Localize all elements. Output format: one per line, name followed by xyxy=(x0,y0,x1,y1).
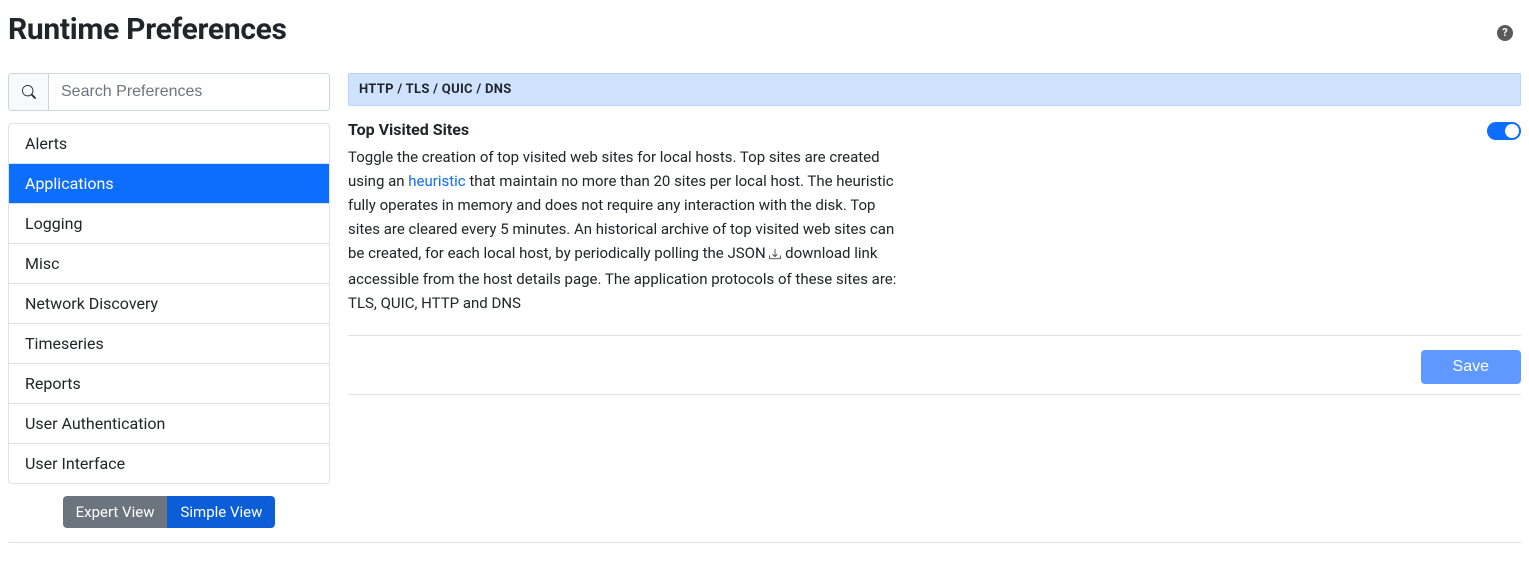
toggle-knob xyxy=(1505,124,1519,138)
top-visited-sites-toggle[interactable] xyxy=(1487,122,1521,140)
setting-description: Toggle the creation of top visited web s… xyxy=(348,145,908,315)
sidebar-item-logging[interactable]: Logging xyxy=(9,204,329,244)
sidebar-nav: Alerts Applications Logging Misc Network… xyxy=(8,123,330,484)
setting-top-visited-sites: Top Visited Sites Toggle the creation of… xyxy=(348,106,1521,336)
page-title: Runtime Preferences xyxy=(8,12,287,47)
sidebar-item-reports[interactable]: Reports xyxy=(9,364,329,404)
sidebar-item-network-discovery[interactable]: Network Discovery xyxy=(9,284,329,324)
sidebar-item-user-authentication[interactable]: User Authentication xyxy=(9,404,329,444)
sidebar-item-applications[interactable]: Applications xyxy=(9,164,329,204)
search-icon xyxy=(9,74,49,110)
download-icon xyxy=(769,243,781,267)
view-toggle: Expert View Simple View xyxy=(8,496,330,528)
simple-view-button[interactable]: Simple View xyxy=(167,496,275,528)
setting-title: Top Visited Sites xyxy=(348,120,908,139)
save-button[interactable]: Save xyxy=(1421,350,1521,384)
search-group xyxy=(8,73,330,111)
heuristic-link[interactable]: heuristic xyxy=(408,172,465,190)
search-input[interactable] xyxy=(49,74,329,110)
section-header: HTTP / TLS / QUIC / DNS xyxy=(348,73,1521,106)
divider xyxy=(8,542,1521,543)
sidebar-item-user-interface[interactable]: User Interface xyxy=(9,444,329,483)
sidebar-item-alerts[interactable]: Alerts xyxy=(9,124,329,164)
expert-view-button[interactable]: Expert View xyxy=(63,496,168,528)
help-icon[interactable]: ? xyxy=(1497,25,1513,41)
sidebar-item-timeseries[interactable]: Timeseries xyxy=(9,324,329,364)
sidebar-item-misc[interactable]: Misc xyxy=(9,244,329,284)
